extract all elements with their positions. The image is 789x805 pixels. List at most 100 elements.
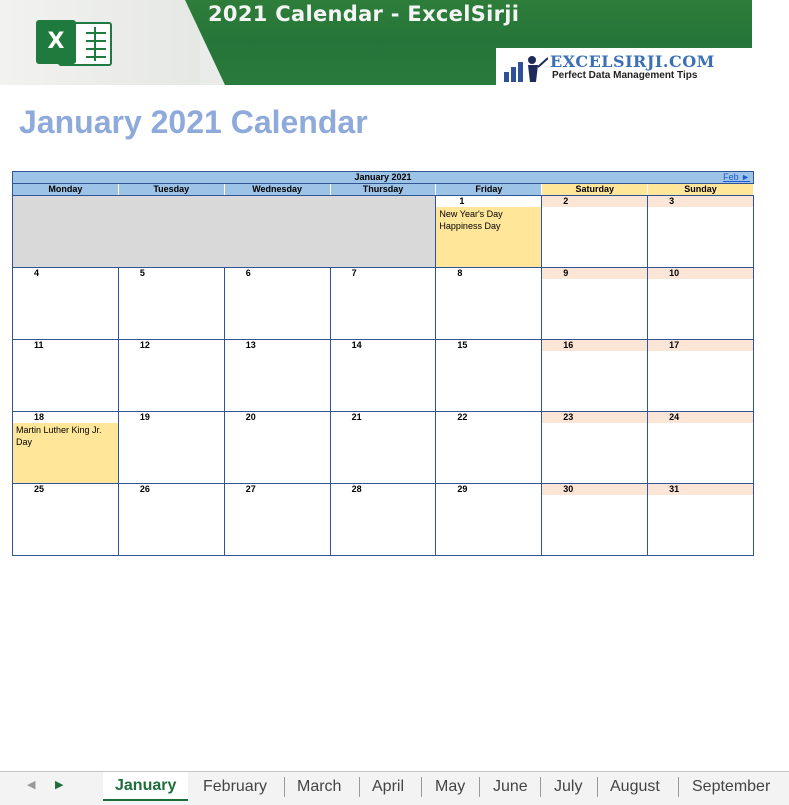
weekday-thursday: Thursday — [330, 184, 437, 195]
day-cell[interactable]: 23 — [542, 412, 649, 484]
sheet-tab-april[interactable]: April — [372, 775, 404, 799]
chart-figure-icon — [504, 56, 548, 82]
month-label: January 2021 — [354, 172, 412, 182]
day-cell[interactable]: 8 — [436, 268, 543, 340]
empty-day-cell[interactable] — [118, 196, 225, 268]
scroll-left-icon[interactable]: ◀ — [27, 778, 35, 791]
sheet-tab-september[interactable]: September — [692, 775, 770, 799]
sheet-tab-july[interactable]: July — [554, 775, 582, 799]
weekday-friday: Friday — [436, 184, 543, 195]
day-cell[interactable]: 14 — [330, 340, 437, 412]
sheet-tab-june[interactable]: June — [493, 775, 528, 799]
sheet-tab-august[interactable]: August — [610, 775, 660, 799]
day-number: 22 — [457, 412, 468, 422]
calendar: January 2021 Feb ► Monday Tuesday Wednes… — [12, 171, 754, 556]
day-number: 12 — [139, 340, 150, 350]
day-cell[interactable]: 11 — [13, 340, 119, 412]
day-cell[interactable]: 7 — [330, 268, 437, 340]
brand-logo: EXCELSIRJI.COM Perfect Data Management T… — [496, 48, 752, 85]
brand-tagline: Perfect Data Management Tips — [552, 70, 698, 81]
day-cell[interactable]: 10 — [648, 268, 754, 340]
day-number: 17 — [648, 340, 753, 351]
day-cell[interactable]: 12 — [118, 340, 225, 412]
page-title: January 2021 Calendar — [19, 104, 368, 140]
day-cell[interactable]: 15 — [436, 340, 543, 412]
day-cell[interactable]: 16 — [542, 340, 649, 412]
day-number: 29 — [457, 484, 468, 494]
day-cell[interactable]: 19 — [118, 412, 225, 484]
banner-title: 2021 Calendar - ExcelSirji — [208, 2, 520, 26]
day-number: 4 — [34, 268, 40, 278]
day-number: 11 — [34, 340, 44, 350]
day-cell[interactable]: 13 — [224, 340, 331, 412]
empty-day-cell[interactable] — [13, 196, 119, 268]
day-cell[interactable]: 24 — [648, 412, 754, 484]
day-cell[interactable]: 1 New Year's Day Happiness Day — [436, 196, 543, 268]
day-number: 3 — [648, 196, 753, 207]
day-number: 9 — [542, 268, 648, 279]
sheet-tab-january[interactable]: January — [103, 772, 189, 801]
day-number: 23 — [542, 412, 648, 423]
scroll-right-icon[interactable]: ▶ — [55, 778, 63, 791]
day-number: 13 — [245, 340, 256, 350]
day-number: 1 — [459, 196, 465, 206]
day-number: 10 — [648, 268, 753, 279]
sheet-tab-february[interactable]: February — [203, 775, 267, 799]
day-cell[interactable]: 9 — [542, 268, 649, 340]
day-number: 16 — [542, 340, 648, 351]
weekday-sunday: Sunday — [648, 184, 754, 195]
day-cell[interactable]: 6 — [224, 268, 331, 340]
sheet-tab-march[interactable]: March — [297, 775, 341, 799]
day-number: 18 — [34, 412, 45, 422]
header-banner: X 2021 Calendar - ExcelSirji EXCELSIRJI.… — [0, 0, 752, 85]
holiday-event: New Year's Day Happiness Day — [436, 207, 542, 267]
weekday-header-row: Monday Tuesday Wednesday Thursday Friday… — [12, 183, 754, 195]
day-cell[interactable]: 4 — [13, 268, 119, 340]
day-number: 2 — [542, 196, 648, 207]
day-number: 26 — [139, 484, 150, 494]
day-number: 28 — [351, 484, 362, 494]
day-number: 15 — [457, 340, 468, 350]
day-cell[interactable]: 29 — [436, 484, 543, 556]
day-number: 7 — [351, 268, 357, 278]
day-cell[interactable]: 18 Martin Luther King Jr. Day — [13, 412, 119, 484]
holiday-event: Martin Luther King Jr. Day — [13, 423, 118, 483]
day-number: 24 — [648, 412, 753, 423]
day-cell[interactable]: 20 — [224, 412, 331, 484]
day-cell[interactable]: 21 — [330, 412, 437, 484]
empty-day-cell[interactable] — [224, 196, 331, 268]
sheet-tab-bar: ◀ ▶ January February March April May Jun… — [0, 771, 789, 805]
day-number: 14 — [351, 340, 362, 350]
empty-day-cell[interactable] — [330, 196, 437, 268]
day-number: 8 — [457, 268, 463, 278]
day-cell[interactable]: 30 — [542, 484, 649, 556]
next-month-link[interactable]: Feb ► — [723, 172, 750, 183]
weekday-wednesday: Wednesday — [224, 184, 331, 195]
day-number: 20 — [245, 412, 256, 422]
day-number: 19 — [139, 412, 150, 422]
day-cell[interactable]: 27 — [224, 484, 331, 556]
day-cell[interactable]: 28 — [330, 484, 437, 556]
calendar-month-header: January 2021 Feb ► — [12, 171, 754, 183]
day-cell[interactable]: 22 — [436, 412, 543, 484]
day-number: 31 — [648, 484, 753, 495]
excel-logo-icon: X — [36, 20, 112, 66]
day-cell[interactable]: 25 — [13, 484, 119, 556]
day-cell[interactable]: 2 — [542, 196, 649, 268]
day-cell[interactable]: 3 — [648, 196, 754, 268]
calendar-grid: 1 New Year's Day Happiness Day 2 3 4 5 6… — [12, 195, 754, 556]
day-cell[interactable]: 5 — [118, 268, 225, 340]
brand-name: EXCELSIRJI.COM — [550, 52, 715, 71]
day-cell[interactable]: 31 — [648, 484, 754, 556]
weekday-saturday: Saturday — [542, 184, 649, 195]
day-cell[interactable]: 26 — [118, 484, 225, 556]
weekday-monday: Monday — [13, 184, 119, 195]
day-number: 6 — [245, 268, 251, 278]
day-number: 27 — [245, 484, 256, 494]
day-number: 21 — [351, 412, 362, 422]
day-number: 25 — [34, 484, 45, 494]
sheet-tab-may[interactable]: May — [435, 775, 465, 799]
weekday-tuesday: Tuesday — [118, 184, 225, 195]
day-cell[interactable]: 17 — [648, 340, 754, 412]
day-number: 5 — [139, 268, 145, 278]
